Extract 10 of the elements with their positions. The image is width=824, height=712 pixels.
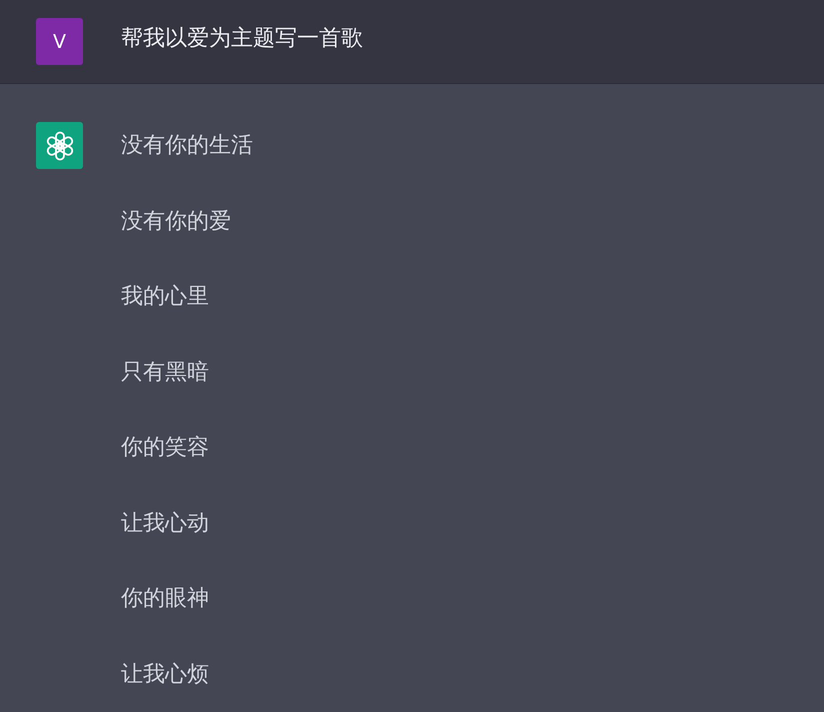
user-message-text: 帮我以爱为主题写一首歌 — [121, 25, 363, 53]
lyric-line: 没有你的爱 — [121, 208, 232, 236]
lyric-line: 让我心动 — [121, 510, 210, 538]
lyric-line: 让我心烦 — [121, 660, 210, 688]
lyric-line: 只有黑暗 — [121, 358, 210, 386]
lyric-line: 没有你的生活 — [121, 132, 253, 160]
user-avatar: V — [36, 18, 83, 65]
lyric-line: 我的心里 — [121, 283, 210, 311]
lyric-line: 你的笑容 — [121, 434, 210, 462]
lyric-line: 你的眼神 — [121, 585, 210, 613]
